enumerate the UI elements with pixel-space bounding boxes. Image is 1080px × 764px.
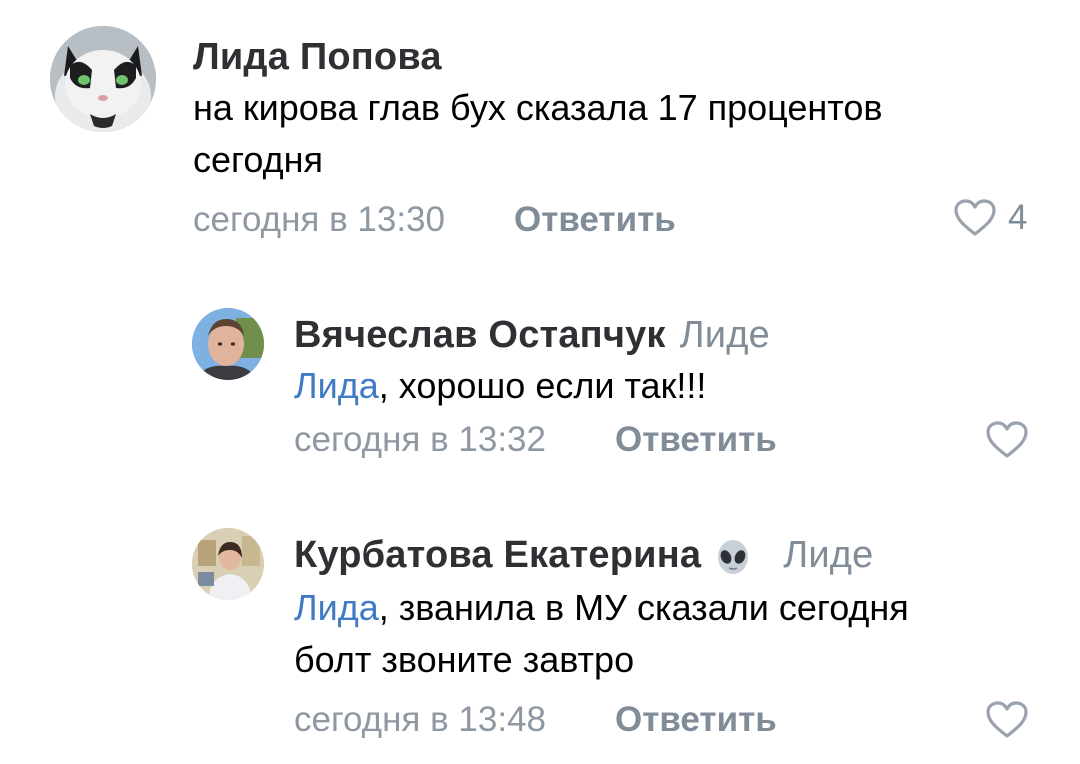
heart-icon xyxy=(986,421,1028,458)
author-name: Курбатова Екатерина Лиде xyxy=(294,534,874,577)
comment-text: Лида, хорошо если так!!! xyxy=(294,360,706,412)
comment-text-segment: , званила в МУ сказали сегодня xyxy=(378,587,909,628)
reply-button[interactable]: Ответить xyxy=(615,420,777,460)
author-name-link[interactable]: Вячеслав Остапчук xyxy=(294,314,666,356)
author-name[interactable]: Лида Попова xyxy=(193,36,442,79)
mention-link[interactable]: Лида xyxy=(294,587,379,628)
man-avatar-icon xyxy=(192,308,264,380)
comment-text-line: , хорошо если так!!! xyxy=(378,365,707,406)
comment-text-line: болт звоните завтро xyxy=(294,639,635,680)
author-name: Вячеслав Остапчук Лиде xyxy=(294,314,770,357)
timestamp: сегодня в 13:30 xyxy=(193,200,445,239)
avatar[interactable] xyxy=(192,528,264,600)
like-button[interactable] xyxy=(984,700,1030,740)
like-count: 4 xyxy=(1008,198,1028,237)
like-button[interactable]: 4 xyxy=(952,198,1027,238)
comment-text: на кирова глав бух сказала 17 процентов … xyxy=(193,82,883,186)
alien-emoji-icon xyxy=(718,539,749,574)
comment-text-line: сегодня xyxy=(193,139,323,180)
author-name-link[interactable]: Курбатова Екатерина xyxy=(294,534,701,576)
reply-button[interactable]: Ответить xyxy=(514,200,676,240)
heart-icon xyxy=(954,199,996,236)
avatar[interactable] xyxy=(192,308,264,380)
woman-avatar-icon xyxy=(192,528,264,600)
reply-to-label[interactable]: Лиде xyxy=(680,314,770,356)
like-button[interactable] xyxy=(984,420,1030,460)
timestamp: сегодня в 13:48 xyxy=(294,700,546,739)
cat-avatar-icon xyxy=(50,26,156,132)
avatar[interactable] xyxy=(50,26,156,132)
comment-text: Лида, званила в МУ сказали сегодня болт … xyxy=(294,582,909,686)
comment-text-line: на кирова глав бух сказала 17 процентов xyxy=(193,87,883,128)
reply-button[interactable]: Ответить xyxy=(615,700,777,740)
timestamp: сегодня в 13:32 xyxy=(294,420,546,459)
heart-icon xyxy=(986,701,1028,738)
comment-text-line: Лида, званила в МУ сказали сегодня xyxy=(294,582,909,634)
mention-link[interactable]: Лида xyxy=(294,365,379,406)
reply-to-label[interactable]: Лиде xyxy=(783,534,873,576)
